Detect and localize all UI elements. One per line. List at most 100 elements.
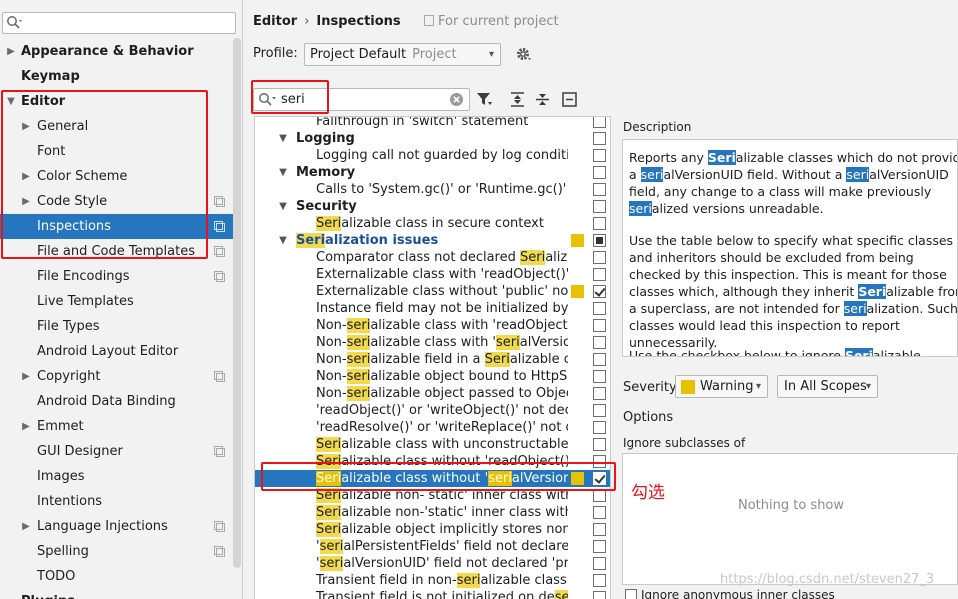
tree-item-file-encodings[interactable]: File Encodings [0,264,241,289]
inspection-row[interactable]: Externalizable class without 'public' no… [255,283,610,300]
inspection-checkbox[interactable] [593,183,606,196]
project-scope-icon [214,246,225,257]
inspection-checkbox[interactable] [593,285,606,298]
breadcrumb-editor[interactable]: Editor [253,14,297,29]
inspection-checkbox[interactable] [593,540,606,553]
inspection-row[interactable]: Non-serializable field in a Serializable… [255,351,610,368]
inspection-checkbox[interactable] [593,149,606,162]
warning-severity-icon [571,234,584,247]
inspection-checkbox[interactable] [593,506,606,519]
clear-icon[interactable] [449,92,464,107]
inspection-row[interactable]: Comparator class not declared Serializab… [255,249,610,266]
inspection-row[interactable]: Logging call not guarded by log conditio… [255,147,610,164]
inspection-checkbox[interactable] [593,302,606,315]
collapse-all-icon[interactable] [534,91,551,108]
inspection-row[interactable]: Serializable class with unconstructable … [255,436,610,453]
chevron-right-icon[interactable]: ▶ [20,514,32,539]
inspection-row[interactable]: Serializable non-'static' inner class wi… [255,504,610,521]
chevron-right-icon[interactable]: ▶ [20,414,32,439]
inspection-row[interactable]: Instance field may not be initialized by… [255,300,610,317]
tree-item-emmet[interactable]: ▶ Emmet [0,414,241,439]
inspection-group[interactable]: ▼ Logging [255,130,610,147]
severity-label: Severity: [623,380,681,395]
inspection-row[interactable]: 'readObject()' or 'writeObject()' not de… [255,402,610,419]
settings-search-input[interactable] [2,12,236,34]
inspection-checkbox[interactable] [593,166,606,179]
inspection-checkbox[interactable] [593,387,606,400]
inspection-checkbox[interactable] [593,523,606,536]
chevron-down-icon[interactable]: ▼ [277,164,289,181]
inspection-row[interactable]: Calls to 'System.gc()' or 'Runtime.gc()' [255,181,610,198]
tree-item-android-layout-editor[interactable]: Android Layout Editor [0,339,241,364]
inspection-checkbox[interactable] [593,404,606,417]
inspection-row[interactable]: Externalizable class with 'readObject()'… [255,266,610,283]
inspection-row[interactable]: 'serialPersistentFields' field not decla… [255,538,610,555]
tree-item-language-injections[interactable]: ▶ Language Injections [0,514,241,539]
options-label: Options [623,410,674,425]
inspection-label: Non-serializable field in a Serializable… [316,352,568,367]
inspection-row[interactable]: Serializable object implicitly stores no… [255,521,610,538]
tree-item-images[interactable]: Images [0,464,241,489]
tree-item-label: File Types [37,319,100,334]
inspection-checkbox[interactable] [593,557,606,570]
profile-select[interactable]: Project Default Project ▾ [304,43,501,66]
inspection-row[interactable]: Non-serializable object passed to Object… [255,385,610,402]
expand-all-icon[interactable] [509,91,526,108]
inspection-checkbox[interactable] [593,353,606,366]
filter-icon[interactable] [476,91,493,108]
ignore-anonymous-checkbox[interactable]: Ignore anonymous inner classes [625,588,835,599]
inspection-row[interactable]: Non-serializable class with 'readObject(… [255,317,610,334]
inspection-label: 'readObject()' or 'writeObject()' not de… [316,403,568,418]
reset-icon[interactable] [561,91,578,108]
tree-item-appearance-behavior[interactable]: ▶ Appearance & Behavior [0,39,241,64]
tree-item-todo[interactable]: TODO [0,564,241,589]
inspection-checkbox[interactable] [593,217,606,230]
scope-select[interactable]: In All Scopes ▾ [777,375,878,398]
inspection-row[interactable]: 'serialVersionUID' field not declared 'p… [255,555,610,572]
inspection-row[interactable]: Transient field in non-serializable clas… [255,572,610,589]
description-para-2: Use the table below to specify what spec… [629,233,958,350]
tree-item-file-types[interactable]: File Types [0,314,241,339]
inspection-row[interactable]: Non-serializable class with 'serialVersi… [255,334,610,351]
inspection-row[interactable]: Fallthrough in 'switch' statement [255,117,610,130]
inspection-checkbox[interactable] [593,336,606,349]
ignore-subclasses-table[interactable]: Nothing to show [622,453,958,585]
gear-icon[interactable] [514,45,532,63]
severity-select[interactable]: Warning ▾ [675,375,768,398]
inspection-group[interactable]: ▼ Security [255,198,610,215]
tree-item-plugins[interactable]: Plugins [0,589,241,599]
tree-item-copyright[interactable]: ▶ Copyright [0,364,241,389]
tree-scrollbar[interactable] [233,38,241,568]
tree-item-spelling[interactable]: Spelling [0,539,241,564]
inspection-checkbox[interactable] [593,132,606,145]
tree-item-live-templates[interactable]: Live Templates [0,289,241,314]
checkbox[interactable] [625,589,637,599]
inspection-checkbox[interactable] [593,319,606,332]
chevron-down-icon[interactable]: ▼ [277,130,289,147]
inspection-checkbox[interactable] [593,591,606,599]
inspection-checkbox[interactable] [593,421,606,434]
tree-item-intentions[interactable]: Intentions [0,489,241,514]
inspection-row[interactable]: Serializable class in secure context [255,215,610,232]
chevron-right-icon[interactable]: ▶ [20,364,32,389]
inspection-checkbox[interactable] [593,268,606,281]
inspection-row[interactable]: Non-serializable object bound to HttpSes… [255,368,610,385]
inspection-checkbox[interactable] [593,234,606,247]
inspection-checkbox[interactable] [593,370,606,383]
inspection-checkbox[interactable] [593,574,606,587]
inspection-checkbox[interactable] [593,200,606,213]
inspection-checkbox[interactable] [593,117,606,128]
chevron-down-icon[interactable]: ▼ [277,232,289,249]
inspection-checkbox[interactable] [593,438,606,451]
tree-item-android-data-binding[interactable]: Android Data Binding [0,389,241,414]
inspection-row[interactable]: Transient field is not initialized on de… [255,589,610,599]
chevron-down-icon[interactable]: ▼ [277,198,289,215]
tree-item-gui-designer[interactable]: GUI Designer [0,439,241,464]
inspection-group[interactable]: ▼ Serialization issues [255,232,610,249]
project-scope-icon [214,521,225,532]
inspection-row[interactable]: 'readResolve()' or 'writeReplace()' not … [255,419,610,436]
tree-item-keymap[interactable]: Keymap [0,64,241,89]
inspection-group[interactable]: ▼ Memory [255,164,610,181]
chevron-right-icon[interactable]: ▶ [5,39,17,64]
inspection-checkbox[interactable] [593,251,606,264]
